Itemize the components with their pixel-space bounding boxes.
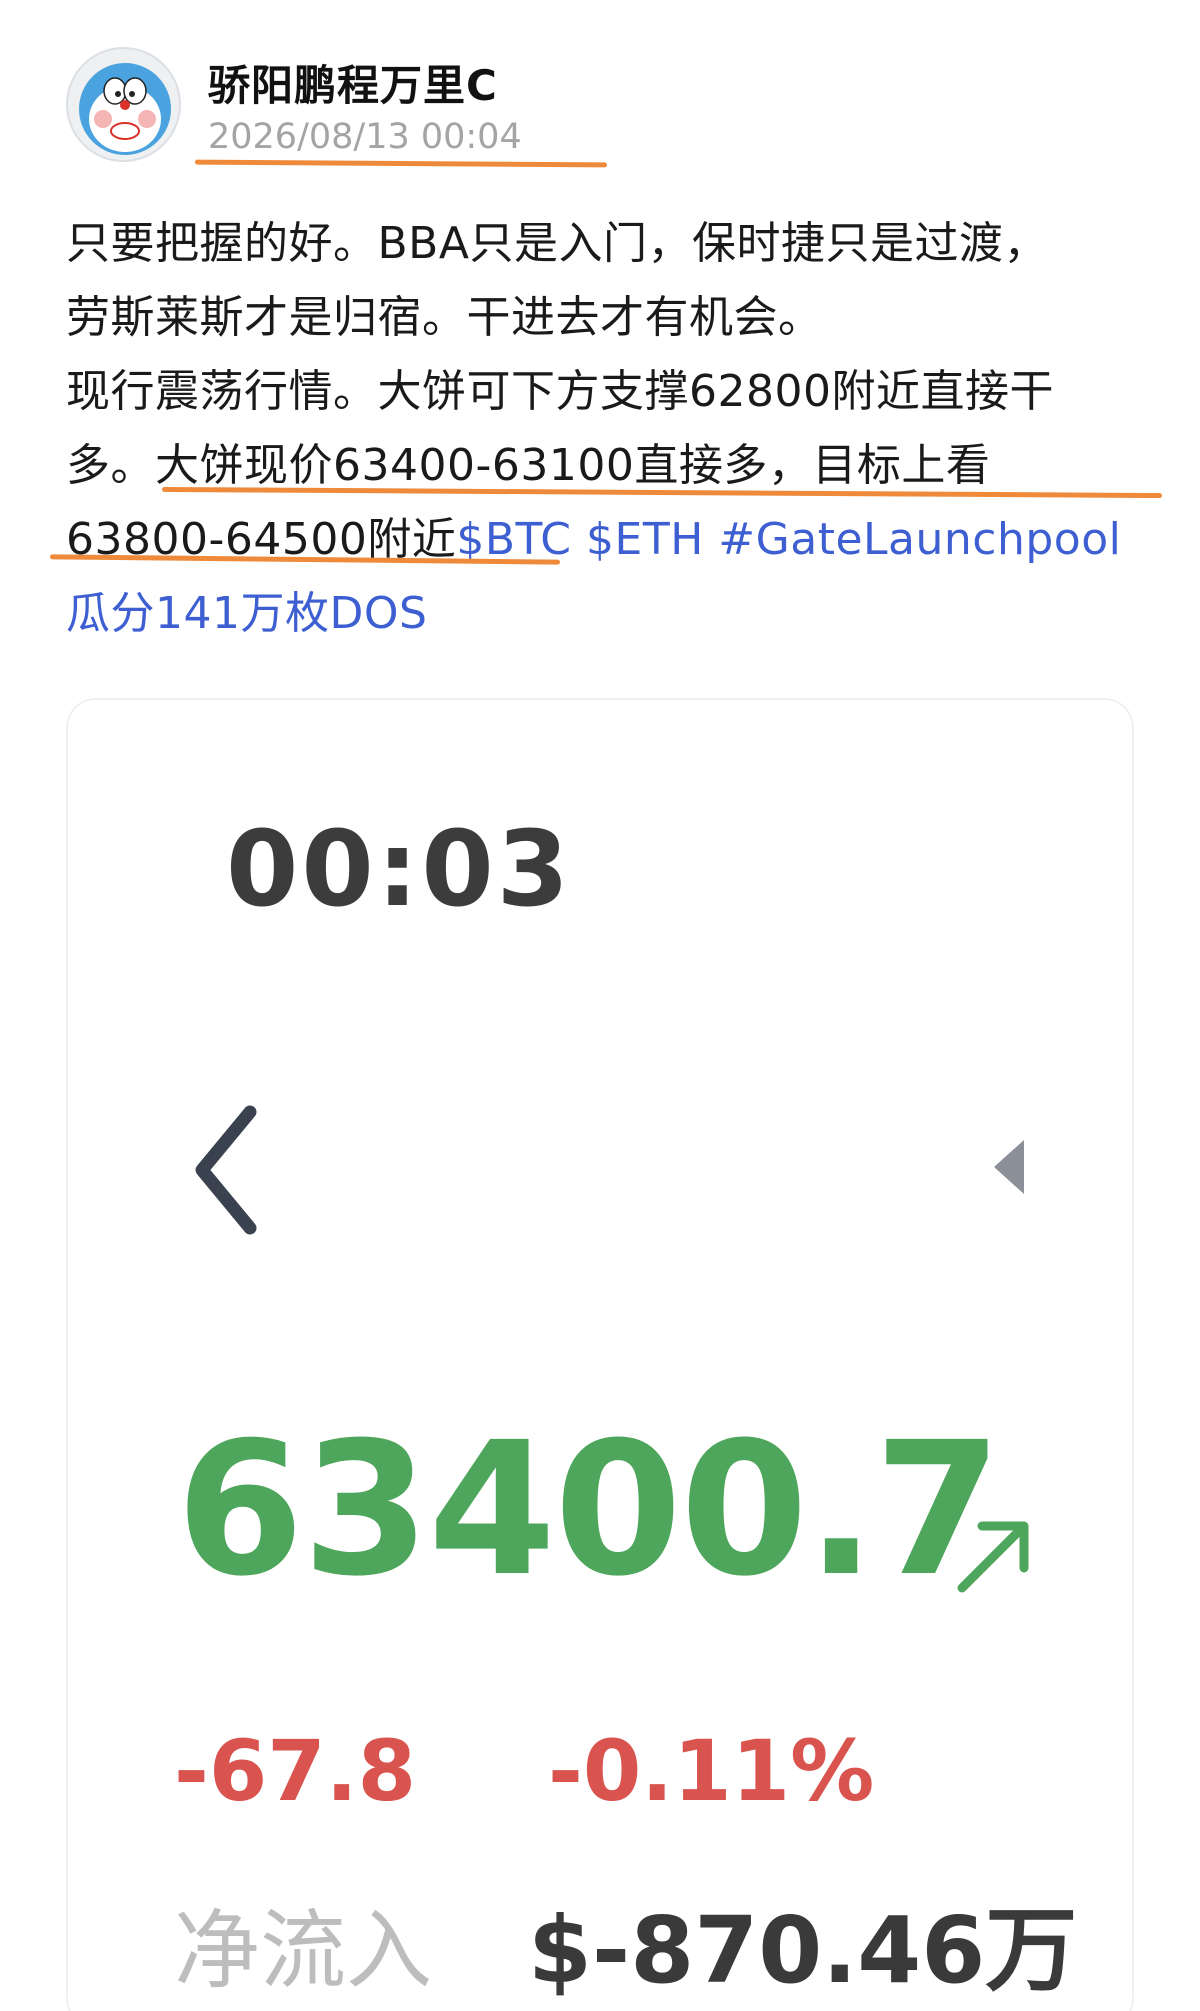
timer-display: 00:03 xyxy=(226,808,573,930)
price-change-percent: -0.11% xyxy=(548,1722,875,1820)
post-timestamp: 2026/08/13 00:04 xyxy=(208,117,522,157)
timestamp-underline-mark xyxy=(194,159,608,168)
post-screen: 骄阳鹏程万里C 2026/08/13 00:04 只要把握的好。BBA只是入门，… xyxy=(0,0,1200,2011)
post-line: 只要把握的好。BBA只是入门，保时捷只是过渡， xyxy=(66,218,1048,269)
current-price: 63400.7 xyxy=(176,1403,1002,1617)
arrow-up-right-icon xyxy=(957,1521,1029,1593)
price-change-absolute: -67.8 xyxy=(174,1722,417,1820)
hashtag-gatelaunchpool[interactable]: #GateLaunchpool xyxy=(718,514,1121,565)
tag-btc[interactable]: $BTC xyxy=(456,514,571,565)
post-line: 劳斯莱斯才是归宿。干进去才有机会。 xyxy=(66,292,823,343)
tag-eth[interactable]: $ETH xyxy=(586,514,704,565)
avatar[interactable] xyxy=(66,47,181,162)
hashtag-continuation[interactable]: 瓜分141万枚DOS xyxy=(66,577,1146,651)
author-name[interactable]: 骄阳鹏程万里C xyxy=(208,52,498,113)
price-card[interactable]: 00:03 63400.7 -67.8 -0.11% 净流入 $-870.46万 xyxy=(66,698,1134,2011)
chevron-left-icon[interactable] xyxy=(188,1100,268,1240)
doraemon-avatar-icon xyxy=(79,63,171,155)
post-line: 现行震荡行情。大饼可下方支撑62800附近直接干 xyxy=(66,366,1054,417)
post-body: 只要把握的好。BBA只是入门，保时捷只是过渡， 劳斯莱斯才是归宿。干进去才有机会… xyxy=(66,207,1146,651)
net-inflow-value: $-870.46万 xyxy=(528,1897,1078,2004)
net-inflow-label: 净流入 xyxy=(174,1901,432,2001)
post-line: 63800-64500附近$BTC $ETH #GateLaunchpool xyxy=(66,503,1146,577)
triangle-right-icon[interactable] xyxy=(986,1132,1036,1202)
